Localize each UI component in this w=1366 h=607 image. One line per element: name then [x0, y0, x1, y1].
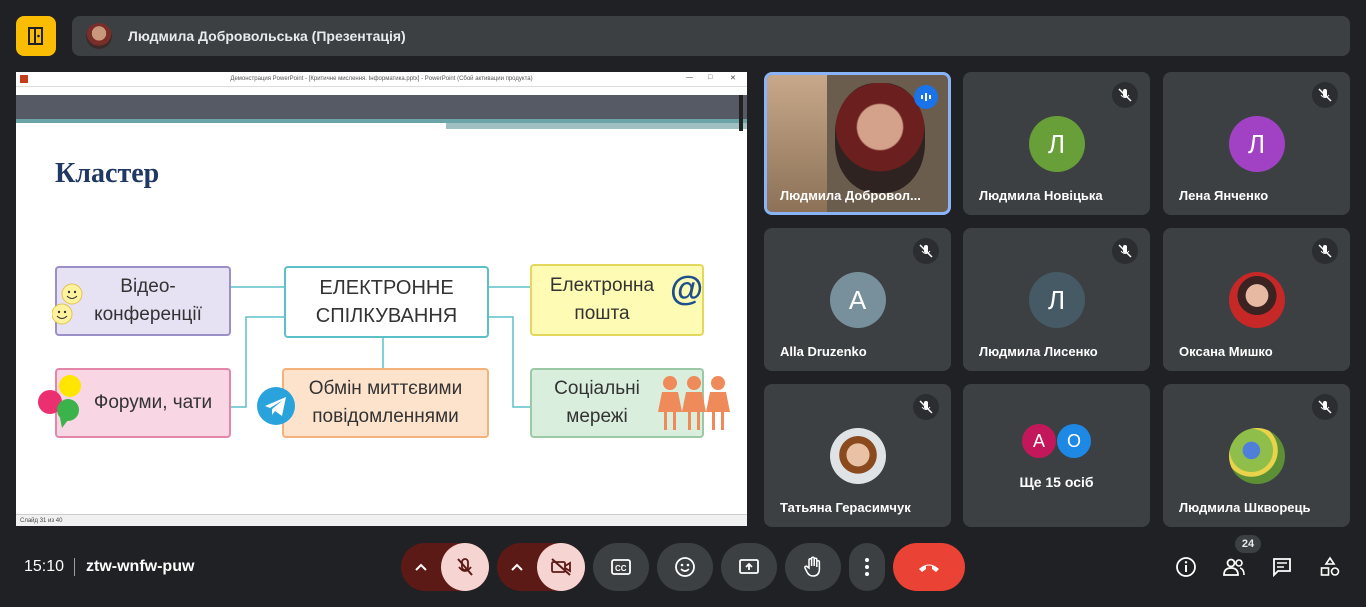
mic-off-icon [913, 238, 939, 264]
meeting-details-button[interactable] [1172, 553, 1200, 581]
people-button[interactable] [1220, 553, 1248, 581]
more-participants-tile[interactable]: A O Ще 15 осіб [963, 384, 1150, 527]
door-icon [28, 27, 43, 45]
present-screen-button[interactable] [721, 543, 777, 591]
participant-name: Людмила Добровол... [780, 188, 921, 203]
activities-button[interactable] [1316, 553, 1344, 581]
participant-avatar: O [1057, 424, 1091, 458]
participant-count-badge: 24 [1235, 535, 1261, 553]
presentation-banner[interactable]: Людмила Добровольська (Презентація) [72, 16, 1350, 56]
mic-off-icon [457, 558, 473, 576]
camera-control-group [497, 543, 585, 591]
hangup-icon [919, 564, 939, 572]
participant-avatar: A [1022, 424, 1056, 458]
participant-name: Лена Янченко [1179, 188, 1269, 203]
participant-avatar: Л [1028, 116, 1085, 172]
participant-tile-0[interactable]: Людмила Добровол... [764, 72, 951, 215]
email-at-icon: @ [670, 270, 704, 308]
participant-photo-avatar [1228, 272, 1285, 328]
svg-text:CC: CC [615, 564, 627, 573]
more-vert-icon [865, 558, 869, 576]
participant-tile-6[interactable]: Татьяна Герасимчук [764, 384, 951, 527]
participant-name: Людмила Лисенко [979, 344, 1098, 359]
chat-bubbles-icon [38, 374, 84, 435]
meeting-code: ztw-wnfw-puw [86, 558, 195, 575]
activities-icon [1320, 556, 1340, 576]
divider [74, 558, 75, 576]
reactions-button[interactable] [657, 543, 713, 591]
telegram-icon [256, 386, 296, 431]
participant-tile-4[interactable]: Л Людмила Лисенко [963, 228, 1150, 371]
participant-name: Людмила Шкворець [1179, 500, 1311, 515]
participant-tile-3[interactable]: A Alla Druzenko [764, 228, 951, 371]
mic-off-icon [1112, 238, 1138, 264]
presenter-title: Людмила Добровольська (Презентація) [128, 28, 406, 44]
speaking-indicator-icon [914, 85, 938, 109]
mic-off-icon [1312, 238, 1338, 264]
hand-icon [804, 556, 821, 577]
more-options-button[interactable] [849, 543, 885, 591]
participant-name: Людмила Новіцька [979, 188, 1103, 203]
smiley-icon [51, 282, 84, 335]
participant-avatar: A [829, 272, 886, 328]
participant-photo-avatar [829, 428, 886, 484]
participant-name: Татьяна Герасимчук [780, 500, 911, 515]
camera-off-icon [551, 558, 571, 576]
camera-toggle-button[interactable] [537, 543, 585, 591]
emoji-icon [675, 557, 695, 577]
participant-tile-8[interactable]: Людмила Шкворець [1163, 384, 1350, 527]
mic-off-icon [1112, 82, 1138, 108]
captions-button[interactable]: CC [593, 543, 649, 591]
people-icon [658, 374, 730, 439]
camera-options-chevron-icon[interactable] [497, 563, 537, 571]
participant-photo-avatar [1228, 428, 1285, 484]
more-participants-label: Ще 15 осіб [1019, 474, 1094, 490]
clock: 15:10 [24, 558, 65, 575]
meet-logo-button[interactable] [16, 16, 56, 56]
chat-icon [1273, 558, 1291, 578]
participant-tile-1[interactable]: Л Людмила Новіцька [963, 72, 1150, 215]
captions-icon: CC [611, 559, 631, 575]
mic-control-group [401, 543, 489, 591]
cluster-center-box: ЕЛЕКТРОННЕ СПІЛКУВАННЯ [284, 266, 489, 338]
mic-off-icon [1312, 82, 1338, 108]
mic-off-icon [913, 394, 939, 420]
participant-name: Alla Druzenko [780, 344, 867, 359]
leave-call-button[interactable] [893, 543, 965, 591]
people-icon [1223, 558, 1245, 576]
cluster-messages-box: Обмін миттєвими повідомленнями [282, 368, 489, 438]
participant-avatar: Л [1228, 116, 1285, 172]
participant-tile-2[interactable]: Л Лена Янченко [1163, 72, 1350, 215]
mic-options-chevron-icon[interactable] [401, 563, 441, 571]
ppt-slide-counter: Слайд 31 из 40 [20, 518, 63, 524]
participant-avatar: Л [1028, 272, 1085, 328]
present-screen-icon [739, 559, 759, 574]
participant-name: Оксана Мишко [1179, 344, 1273, 359]
info-icon [1176, 557, 1196, 577]
chat-button[interactable] [1268, 553, 1296, 581]
participant-tile-5[interactable]: Оксана Мишко [1163, 228, 1350, 371]
presenter-video-face [835, 83, 925, 193]
mic-off-icon [1312, 394, 1338, 420]
raise-hand-button[interactable] [785, 543, 841, 591]
shared-screen: Демонстрация PowerPoint - [Критичне мисл… [16, 72, 747, 526]
ppt-status-bar: Слайд 31 из 40 [16, 514, 747, 526]
mic-toggle-button[interactable] [441, 543, 489, 591]
presenter-avatar [86, 23, 112, 49]
